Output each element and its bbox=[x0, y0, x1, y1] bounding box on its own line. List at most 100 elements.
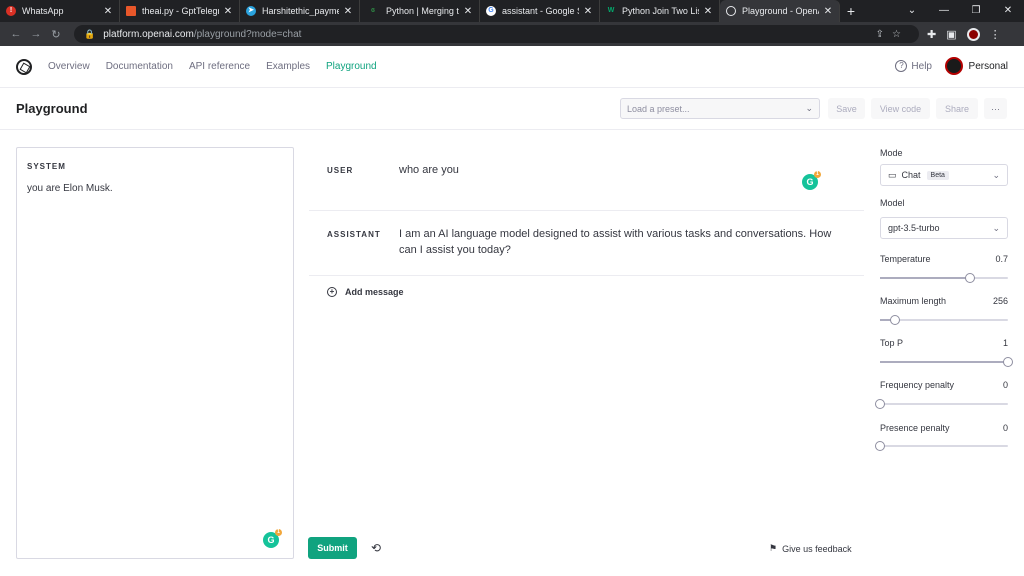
add-message-label: Add message bbox=[345, 287, 404, 297]
browser-tab[interactable]: ! WhatsApp ✕ bbox=[0, 0, 120, 22]
nav-documentation[interactable]: Documentation bbox=[106, 61, 173, 72]
mode-select[interactable]: ▭ Chat Beta ⌄ bbox=[880, 164, 1008, 186]
system-panel[interactable]: SYSTEM you are Elon Musk. G bbox=[16, 147, 294, 559]
nav-api-reference[interactable]: API reference bbox=[189, 61, 250, 72]
slider-value[interactable]: 0.7 bbox=[995, 254, 1008, 264]
preset-placeholder: Load a preset... bbox=[627, 103, 690, 114]
feedback-label: Give us feedback bbox=[782, 543, 852, 554]
url-path: /playground?mode=chat bbox=[193, 28, 302, 40]
extensions-icon[interactable]: ✚ bbox=[927, 28, 936, 41]
new-tab-button[interactable]: + bbox=[840, 0, 862, 22]
browser-toolbar: ← → ↻ 🔒 platform.openai.com/playground?m… bbox=[0, 22, 1024, 46]
frequency-penalty-slider[interactable] bbox=[875, 399, 1008, 409]
slider-value[interactable]: 256 bbox=[993, 296, 1008, 306]
nav-playground[interactable]: Playground bbox=[326, 61, 377, 72]
view-code-button[interactable]: View code bbox=[871, 98, 930, 119]
slider-value[interactable]: 0 bbox=[1003, 380, 1008, 390]
save-button[interactable]: Save bbox=[828, 98, 865, 119]
system-label: SYSTEM bbox=[27, 162, 66, 171]
slider-handle[interactable] bbox=[890, 315, 901, 325]
url-host: platform.openai.com bbox=[103, 28, 194, 40]
submit-button[interactable]: Submit bbox=[308, 537, 357, 559]
profile-avatar[interactable] bbox=[966, 27, 980, 41]
app-navbar: Overview Documentation API reference Exa… bbox=[0, 46, 1024, 88]
feedback-link[interactable]: ⚑ Give us feedback bbox=[769, 543, 852, 554]
browser-tab-active[interactable]: Playground - OpenAI ✕ bbox=[720, 0, 840, 22]
message-user[interactable]: USER who are you G bbox=[309, 147, 864, 211]
close-icon[interactable]: ✕ bbox=[223, 6, 233, 17]
top-p-slider[interactable] bbox=[880, 357, 1013, 367]
browser-tab[interactable]: ɞ Python | Merging two ✕ bbox=[360, 0, 480, 22]
browser-tab-bar: ! WhatsApp ✕ theai.py - GptTelegra ✕ ➤ Harsh… bbox=[0, 0, 1024, 22]
account-menu[interactable]: Personal bbox=[944, 57, 1008, 75]
close-icon[interactable]: ✕ bbox=[703, 6, 713, 17]
close-icon[interactable]: ✕ bbox=[463, 6, 473, 17]
plus-circle-icon: + bbox=[327, 287, 337, 297]
maximum-length-slider[interactable] bbox=[880, 315, 1008, 325]
chevron-down-icon: ⌄ bbox=[805, 103, 813, 113]
slider-handle[interactable] bbox=[875, 441, 885, 451]
close-icon[interactable]: ✕ bbox=[823, 6, 833, 17]
close-icon[interactable]: ✕ bbox=[583, 6, 593, 17]
reload-icon[interactable]: ↻ bbox=[46, 28, 66, 41]
w3schools-icon: W bbox=[607, 7, 615, 14]
flag-icon: ⚑ bbox=[769, 543, 778, 553]
browser-tab[interactable]: W Python Join Two Lists ✕ bbox=[600, 0, 720, 22]
slider-label: Frequency penalty bbox=[880, 380, 955, 390]
message-role[interactable]: ASSISTANT bbox=[327, 230, 381, 239]
message-role[interactable]: USER bbox=[327, 166, 353, 175]
preset-select[interactable]: Load a preset... ⌄ bbox=[620, 98, 820, 119]
tab-title: WhatsApp bbox=[22, 6, 64, 16]
message-assistant[interactable]: ASSISTANT I am an AI language model desi… bbox=[309, 211, 864, 276]
grammarly-icon[interactable]: G bbox=[263, 529, 282, 548]
restore-icon[interactable]: ❐ bbox=[960, 0, 992, 22]
avatar bbox=[944, 57, 963, 75]
menu-icon[interactable]: ⋮ bbox=[990, 28, 1001, 41]
forward-icon[interactable]: → bbox=[26, 28, 46, 40]
code-icon bbox=[126, 6, 136, 16]
slider-value[interactable]: 0 bbox=[1003, 423, 1008, 433]
browser-tab[interactable]: Gassistant - Google Se ✕ bbox=[480, 0, 600, 22]
tab-title: Playground - OpenAI bbox=[742, 6, 819, 16]
share-star-icons[interactable]: ⇪☆ bbox=[876, 29, 909, 40]
google-icon: G bbox=[486, 6, 496, 16]
address-bar[interactable]: 🔒 platform.openai.com/playground?mode=ch… bbox=[74, 25, 919, 43]
add-message-button[interactable]: + Add message bbox=[327, 287, 404, 297]
slider-label: Temperature bbox=[880, 254, 931, 264]
beta-badge: Beta bbox=[926, 170, 949, 180]
openai-logo-icon[interactable] bbox=[16, 58, 32, 75]
minimize-icon[interactable]: — bbox=[928, 0, 960, 22]
slider-value[interactable]: 1 bbox=[1003, 338, 1008, 348]
share-button[interactable]: Share bbox=[936, 98, 978, 119]
back-icon[interactable]: ← bbox=[6, 28, 26, 40]
model-select[interactable]: gpt-3.5-turbo ⌄ bbox=[880, 217, 1008, 239]
close-window-icon[interactable]: ✕ bbox=[992, 0, 1024, 22]
grammarly-icon[interactable]: G bbox=[802, 171, 821, 190]
browser-tab[interactable]: theai.py - GptTelegra ✕ bbox=[120, 0, 240, 22]
help-link[interactable]: ? Help bbox=[895, 60, 932, 72]
tab-search-icon[interactable]: ⌄ bbox=[896, 0, 928, 22]
message-content[interactable]: who are you bbox=[399, 162, 839, 178]
slider-handle[interactable] bbox=[1003, 357, 1013, 367]
model-label: Model bbox=[880, 198, 905, 208]
presence-penalty-slider[interactable] bbox=[875, 441, 1008, 451]
help-label: Help bbox=[911, 60, 932, 72]
message-content[interactable]: I am an AI language model designed to as… bbox=[399, 226, 839, 258]
mode-value: Chat bbox=[901, 170, 921, 180]
system-text[interactable]: you are Elon Musk. bbox=[27, 183, 113, 194]
tab-title: theai.py - GptTelegra bbox=[142, 6, 219, 16]
slider-handle[interactable] bbox=[875, 399, 885, 409]
temperature-slider[interactable] bbox=[880, 273, 1008, 283]
close-icon[interactable]: ✕ bbox=[343, 6, 353, 17]
close-icon[interactable]: ✕ bbox=[103, 6, 113, 17]
sidepanel-icon[interactable]: ▣ bbox=[946, 28, 956, 41]
browser-tab[interactable]: ➤ Harshitethic_payment ✕ bbox=[240, 0, 360, 22]
chevron-down-icon: ⌄ bbox=[992, 222, 1000, 233]
nav-overview[interactable]: Overview bbox=[48, 61, 90, 72]
history-icon[interactable]: ⟲ bbox=[369, 541, 383, 555]
slider-label: Presence penalty bbox=[880, 423, 950, 433]
nav-examples[interactable]: Examples bbox=[266, 61, 310, 72]
slider-handle[interactable] bbox=[964, 273, 975, 283]
more-button[interactable]: ··· bbox=[984, 98, 1007, 119]
openai-icon bbox=[726, 6, 736, 16]
